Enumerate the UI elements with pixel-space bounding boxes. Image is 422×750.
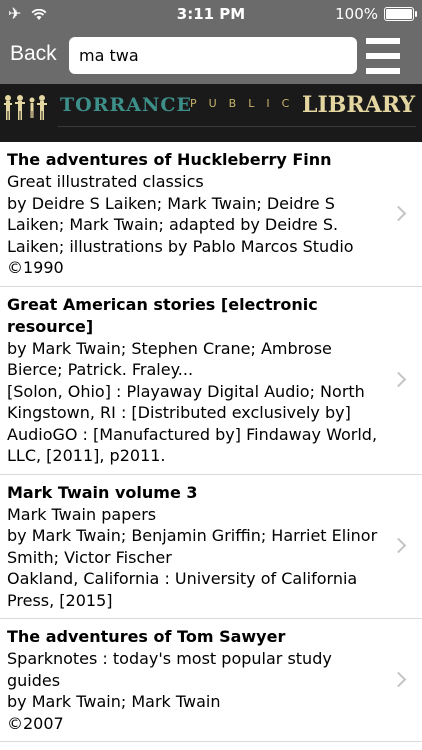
banner-torrance: TORRANCE — [60, 94, 192, 116]
result-line: by Mark Twain; Stephen Crane; Ambrose Bi… — [7, 338, 332, 380]
battery-icon — [384, 7, 417, 21]
status-bar: ✈ 3:11 PM 100% — [0, 0, 422, 28]
search-input[interactable] — [69, 37, 357, 74]
result-line: Great illustrated classics — [7, 172, 204, 191]
result-title: The adventures of Tom Sawyer — [7, 627, 286, 646]
banner-divider — [58, 126, 416, 127]
results-list: The adventures of Huckleberry Finn Great… — [0, 142, 422, 742]
nav-bar: Back — [0, 28, 422, 84]
people-logo-icon — [4, 95, 47, 120]
result-item[interactable]: Mark Twain volume 3 Mark Twain papers by… — [0, 475, 422, 619]
chevron-right-icon — [390, 671, 407, 688]
back-button[interactable]: Back — [10, 42, 57, 66]
result-line: ©1990 — [7, 258, 64, 277]
status-icons-right: 100% — [335, 5, 417, 23]
result-line: ©2007 — [7, 713, 64, 733]
result-line: Sparknotes : today's most popular study … — [7, 649, 332, 690]
result-line: Mark Twain papers — [7, 504, 157, 524]
battery-percent: 100% — [335, 5, 378, 23]
result-title: Mark Twain volume 3 — [7, 482, 198, 502]
result-title: Great American stories [electronic resou… — [7, 294, 318, 336]
result-title: The adventures of Huckleberry Finn — [7, 150, 332, 169]
result-line: by Mark Twain; Benjamin Griffin; Harriet… — [7, 526, 378, 567]
chevron-right-icon — [390, 205, 407, 222]
result-item[interactable]: The adventures of Tom Sawyer Sparknotes … — [0, 619, 422, 742]
result-item[interactable]: The adventures of Huckleberry Finn Great… — [0, 142, 422, 287]
banner-public: PUBLIC — [190, 97, 302, 110]
result-line: [Solon, Ohio] : Playaway Digital Audio; … — [7, 381, 378, 466]
hamburger-menu-icon[interactable] — [366, 38, 400, 74]
chevron-right-icon — [390, 371, 407, 388]
chevron-right-icon — [390, 537, 407, 554]
result-item[interactable]: Great American stories [electronic resou… — [0, 287, 422, 475]
result-line: by Deidre S Laiken; Mark Twain; Deidre S… — [7, 193, 354, 256]
banner-library: LIBRARY — [302, 92, 416, 118]
result-line: Oakland, California : University of Cali… — [7, 569, 358, 610]
library-banner: TORRANCE PUBLIC LIBRARY — [0, 84, 422, 142]
result-line: by Mark Twain; Mark Twain — [7, 692, 221, 711]
